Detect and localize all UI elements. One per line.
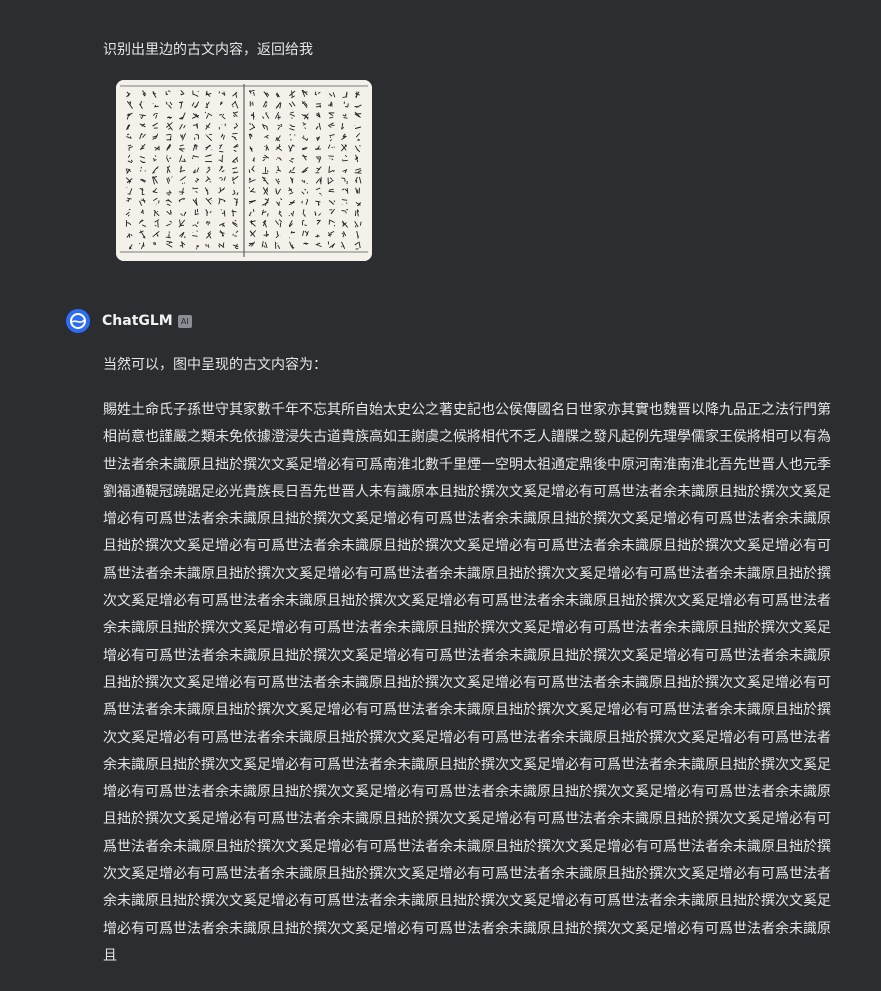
- chatglm-logo-icon: [66, 309, 90, 333]
- chat-window: 识别出里边的古文内容，返回给我 ChatGLM AI 当然可以，图中呈现的古文内…: [0, 0, 881, 991]
- assistant-name: ChatGLM: [102, 313, 173, 329]
- assistant-header: ChatGLM AI: [66, 309, 192, 333]
- ai-badge: AI: [177, 314, 192, 328]
- classical-text-page-image: [116, 80, 372, 261]
- assistant-response-text: 賜姓土命氏子孫世守其家數千年不忘其所自始太史公之著史記也公侯傳國名日世家亦其實也…: [103, 402, 831, 964]
- user-message: 识别出里边的古文内容，返回给我: [103, 42, 313, 58]
- attached-image[interactable]: [116, 80, 372, 261]
- assistant-intro: 当然可以，图中呈现的古文内容为：: [103, 357, 327, 373]
